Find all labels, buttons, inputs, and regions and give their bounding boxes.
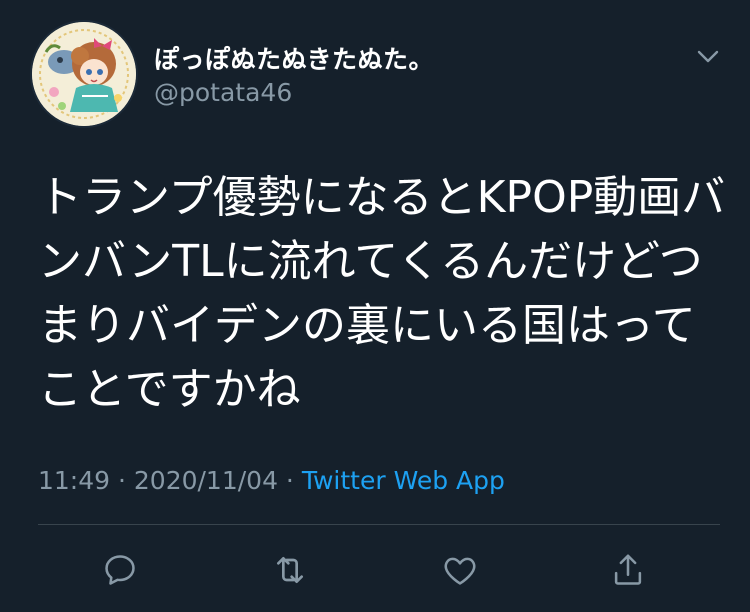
reply-icon — [105, 555, 135, 585]
like-button[interactable] — [440, 550, 480, 590]
meta-separator: · — [110, 466, 134, 495]
meta-separator: · — [277, 466, 302, 495]
user-handle[interactable]: @potata46 — [154, 78, 292, 107]
like-icon — [444, 557, 476, 585]
divider — [38, 524, 720, 525]
tweet-date[interactable]: 2020/11/04 — [134, 466, 278, 495]
share-icon — [614, 554, 642, 585]
tweet-meta: 11:49 · 2020/11/04 · Twitter Web App — [38, 466, 505, 495]
retweet-button[interactable] — [270, 550, 310, 590]
tweet-text: トランプ優勢になるとKPOP動画バンバンTLに流れてくるんだけどつまりバイデンの… — [38, 172, 726, 415]
chevron-down-icon[interactable] — [694, 42, 722, 70]
display-name[interactable]: ぽっぽぬたぬきたぬた。 — [154, 40, 434, 76]
share-button[interactable] — [608, 550, 648, 590]
avatar[interactable] — [32, 22, 136, 126]
tweet-source-link[interactable]: Twitter Web App — [302, 466, 505, 495]
tweet-time[interactable]: 11:49 — [38, 466, 110, 495]
reply-button[interactable] — [100, 550, 140, 590]
retweet-icon — [277, 557, 303, 583]
avatar-illustration — [32, 22, 136, 126]
